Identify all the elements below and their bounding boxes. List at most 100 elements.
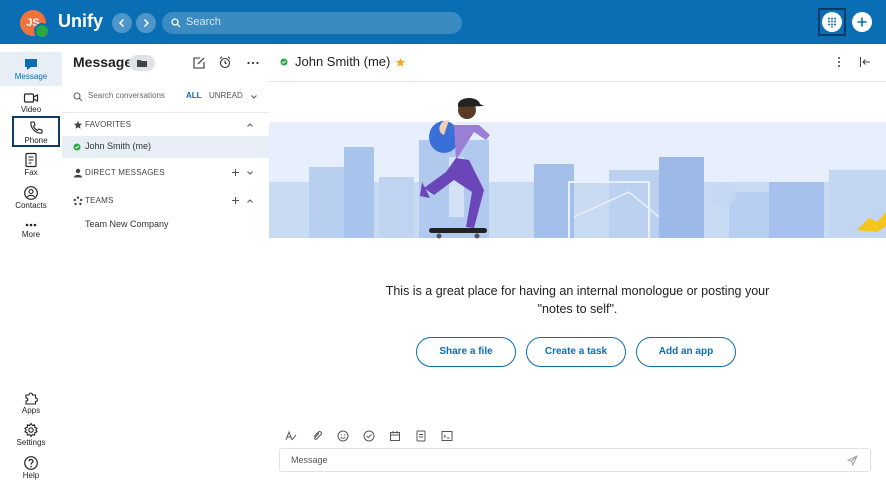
rail-item-more[interactable]: More: [0, 220, 62, 246]
empty-state-line-1: This is a great place for having an inte…: [385, 284, 770, 298]
rail-label: Apps: [21, 406, 41, 415]
chevron-right-icon: [143, 18, 150, 28]
share-file-button[interactable]: Share a file: [416, 337, 516, 367]
conversation-header: John Smith (me): [269, 44, 886, 82]
app-brand: Unify: [58, 11, 103, 31]
send-icon[interactable]: [847, 455, 858, 466]
teams-icon: [73, 196, 83, 206]
skateboarder-illustration: [420, 98, 490, 239]
new-action-button[interactable]: [852, 12, 872, 32]
rail-item-contacts[interactable]: Contacts: [0, 185, 62, 213]
chevron-down-icon[interactable]: [250, 93, 258, 101]
calendar-icon[interactable]: [389, 430, 401, 442]
teams-section-header[interactable]: TEAMS: [62, 190, 269, 212]
favorites-section-header[interactable]: FAVORITES: [62, 114, 269, 136]
conversation-title: John Smith (me): [295, 54, 391, 69]
task-check-icon[interactable]: [363, 430, 375, 442]
rail-label: Phone: [24, 136, 48, 145]
presence-available-icon: [280, 58, 288, 66]
message-filter-toggle[interactable]: [129, 55, 155, 71]
skyline-banner: [269, 122, 886, 238]
rail-label: More: [21, 230, 41, 239]
compose-icon[interactable]: [192, 56, 206, 70]
more-options-icon[interactable]: [246, 60, 260, 66]
left-rail: Message Video Phone Fax Contacts More Ap…: [0, 44, 63, 488]
attachment-icon[interactable]: [311, 430, 323, 442]
user-avatar[interactable]: JS: [20, 10, 50, 39]
note-icon[interactable]: [415, 430, 427, 442]
presence-available-icon: [73, 143, 81, 151]
more-dots-icon: [25, 223, 37, 227]
plus-icon: [857, 17, 867, 27]
direct-messages-label: DIRECT MESSAGES: [85, 168, 165, 177]
kebab-menu-icon[interactable]: [837, 56, 841, 68]
team-item-name: Team New Company: [85, 219, 169, 229]
collapse-panel-icon[interactable]: [859, 56, 871, 68]
direct-messages-section-header[interactable]: DIRECT MESSAGES: [62, 162, 269, 184]
rail-item-help[interactable]: Help: [0, 455, 62, 483]
add-app-button[interactable]: Add an app: [636, 337, 736, 367]
back-button[interactable]: [112, 13, 132, 33]
fax-icon: [25, 152, 37, 168]
phone-icon: [30, 121, 43, 134]
conversation-panel: Message Search conversations ALL UNREAD …: [62, 44, 270, 488]
chevron-up-icon: [247, 199, 253, 203]
dialpad-circle: [822, 12, 842, 32]
rail-item-video[interactable]: Video: [0, 90, 62, 118]
conversation-search-placeholder: Search conversations: [88, 91, 165, 100]
presence-available-icon: [34, 23, 50, 39]
chat-bubble-icon: [25, 59, 37, 70]
message-composer-input[interactable]: Message: [279, 448, 871, 472]
rail-item-message[interactable]: Message: [0, 52, 62, 86]
gear-icon: [24, 422, 38, 438]
folder-icon: [137, 60, 147, 67]
conversation-search[interactable]: Search conversations ALL UNREAD: [62, 82, 269, 113]
teams-label: TEAMS: [85, 196, 114, 205]
create-task-button[interactable]: Create a task: [526, 337, 626, 367]
rail-item-phone[interactable]: Phone: [12, 116, 60, 147]
dialpad-icon: [828, 17, 836, 28]
emoji-icon[interactable]: [337, 430, 349, 442]
alarm-clock-icon[interactable]: [218, 55, 232, 69]
global-search-placeholder: Search: [186, 16, 221, 28]
rail-label: Message: [14, 72, 48, 81]
add-direct-message-icon[interactable]: [231, 168, 240, 177]
filter-all-tab[interactable]: ALL: [186, 91, 202, 100]
puzzle-icon: [25, 392, 38, 405]
forward-button[interactable]: [136, 13, 156, 33]
chevron-up-icon: [247, 123, 253, 127]
top-bar: JS Unify Search: [0, 0, 886, 44]
video-camera-icon: [23, 93, 39, 103]
help-icon: [24, 456, 38, 470]
rail-item-fax[interactable]: Fax: [0, 152, 62, 180]
code-snippet-icon[interactable]: [441, 430, 453, 442]
global-search-input[interactable]: Search: [162, 12, 462, 34]
favorites-label: FAVORITES: [85, 120, 132, 129]
favorite-contact-name: John Smith (me): [85, 141, 152, 151]
composer-placeholder: Message: [291, 455, 328, 465]
empty-state-line-2: "notes to self".: [537, 302, 618, 316]
chevron-left-icon: [118, 18, 125, 28]
star-icon: [73, 120, 83, 129]
rail-item-settings[interactable]: Settings: [0, 422, 62, 450]
search-icon: [171, 18, 181, 28]
city-skyline-illustration: [269, 140, 886, 238]
filter-unread-tab[interactable]: UNREAD: [209, 91, 243, 100]
rail-label: Video: [20, 105, 42, 114]
person-icon: [74, 168, 82, 178]
search-icon: [73, 92, 83, 102]
main-pane: John Smith (me) This is a great place fo…: [269, 44, 886, 488]
favorite-star-icon[interactable]: [395, 57, 406, 68]
panel-title: Message: [73, 54, 133, 70]
team-item[interactable]: Team New Company: [62, 214, 269, 236]
contacts-icon: [24, 186, 38, 200]
rail-item-apps[interactable]: Apps: [0, 390, 62, 418]
dialpad-button[interactable]: [818, 8, 846, 36]
favorite-contact-item[interactable]: John Smith (me): [62, 136, 269, 158]
text-format-icon[interactable]: [285, 430, 297, 442]
add-team-icon[interactable]: [231, 196, 240, 205]
rail-label: Settings: [16, 438, 46, 447]
chevron-down-icon: [247, 171, 253, 175]
rail-label: Contacts: [15, 201, 47, 210]
empty-state-message: This is a great place for having an inte…: [269, 282, 886, 318]
